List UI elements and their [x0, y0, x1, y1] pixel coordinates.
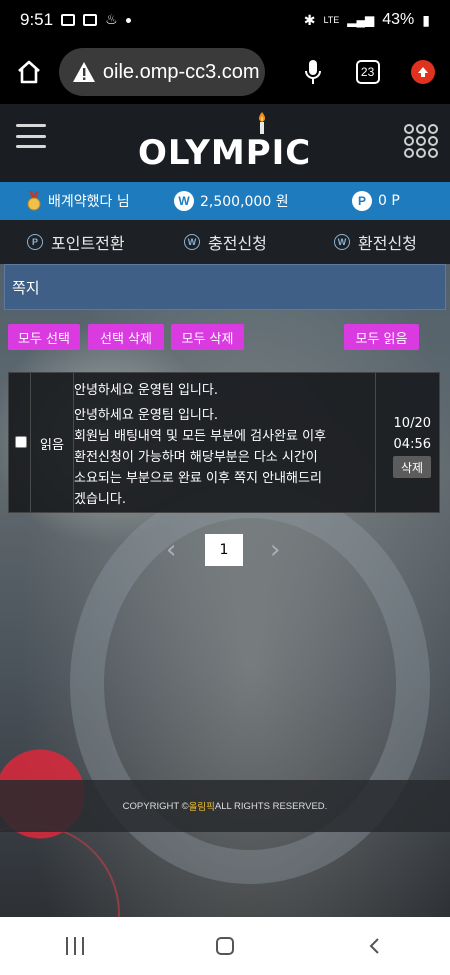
home-icon: [18, 60, 41, 84]
point-convert-button[interactable]: P 포인트전환: [27, 230, 125, 254]
next-page-button[interactable]: ›: [270, 537, 280, 563]
delete-message-button[interactable]: 삭제: [393, 456, 431, 478]
copyright-prefix: COPYRIGHT ©: [122, 800, 189, 812]
message-checkbox[interactable]: [15, 436, 27, 448]
page-title: 쪽지: [4, 264, 446, 310]
tab-switcher-button[interactable]: 23: [340, 60, 395, 84]
voice-search-button[interactable]: [285, 58, 340, 86]
deposit-label: 충전신청: [208, 234, 267, 253]
gallery-icon: [83, 14, 98, 26]
point-balance: P 0 P: [352, 191, 400, 211]
battery-level: 43%: [382, 11, 415, 28]
battery-icon: ▮: [422, 11, 430, 28]
system-nav-bar: [0, 917, 450, 975]
copyright-suffix: ALL RIGHTS RESERVED.: [214, 800, 328, 812]
status-time: 9:51: [20, 10, 54, 29]
point-icon: P: [27, 234, 43, 250]
prev-page-button[interactable]: ‹: [166, 537, 176, 563]
read-all-button[interactable]: 모두 읽음: [344, 324, 419, 350]
current-page[interactable]: 1: [205, 534, 243, 566]
money-balance: W 2,500,000 원: [174, 191, 289, 211]
message-date: 10/20: [393, 416, 431, 431]
site-logo[interactable]: OLYMPIC: [138, 112, 312, 173]
hamburger-menu-icon[interactable]: [16, 124, 46, 148]
more-notifications-icon: [125, 17, 131, 23]
user-name: 배계약했다 님: [26, 191, 130, 211]
message-body-line: 회원님 배팅내역 및 모든 부분에 검사완료 이후: [74, 429, 327, 444]
browser-menu-button[interactable]: [395, 60, 450, 84]
withdraw-label: 환전신청: [358, 234, 417, 253]
delete-selected-button[interactable]: 선택 삭제: [88, 324, 164, 350]
message-body-line: 소요되는 부분으로 완료 이후 쪽지 안내해드리: [74, 471, 322, 486]
point-coin-icon: P: [352, 191, 372, 211]
medal-icon: [27, 191, 41, 211]
browser-toolbar: oile.omp-cc3.com 23: [0, 40, 450, 104]
microphone-icon: [304, 60, 321, 84]
withdraw-request-button[interactable]: W 환전신청: [334, 230, 417, 254]
bluetooth-icon: ✱: [303, 11, 316, 28]
money-amount: 2,500,000 원: [200, 194, 289, 210]
background-graphic-ring: [0, 824, 120, 917]
site-header: OLYMPIC: [0, 104, 450, 182]
deposit-request-button[interactable]: W 충전신청: [184, 230, 267, 254]
point-amount: 0 P: [378, 193, 400, 209]
notification-icons: ♨: [61, 12, 131, 28]
action-bar: P 포인트전환 W 충전신청 W 환전신청: [0, 220, 450, 264]
read-status: 읽음: [40, 438, 64, 453]
user-info-bar: 배계약했다 님 W 2,500,000 원 P 0 P: [0, 182, 450, 220]
table-column-divider: [354, 373, 376, 512]
address-bar[interactable]: oile.omp-cc3.com: [58, 48, 266, 96]
message-subject[interactable]: 안녕하세요 운영팀 입니다.: [74, 379, 218, 398]
copyright-brand: 올림픽: [188, 802, 215, 813]
site-footer: COPYRIGHT © 올림픽 ALL RIGHTS RESERVED.: [0, 780, 450, 832]
network-type: LTE: [323, 15, 340, 25]
status-bar: 9:51 ♨ ✱ LTE ▂▄▆ 43% ▮: [0, 0, 450, 40]
signal-icon: ▂▄▆: [347, 13, 375, 27]
torch-icon: [258, 112, 266, 134]
web-page: OLYMPIC 배계약했다 님 W 2,500,000 원 P 0 P P 포인…: [0, 104, 450, 917]
message-body: 안녕하세요 운영팀 입니다. 회원님 배팅내역 및 모든 부분에 검사완료 이후…: [74, 405, 356, 510]
back-button[interactable]: [366, 937, 384, 955]
home-button[interactable]: [216, 937, 234, 955]
update-icon: [410, 60, 435, 84]
browser-home-button[interactable]: [0, 59, 59, 85]
message-body-line: 안녕하세요 운영팀 입니다.: [74, 408, 218, 423]
message-time: 04:56: [393, 437, 431, 452]
delete-all-button[interactable]: 모두 삭제: [171, 324, 244, 350]
grid-menu-icon[interactable]: [404, 124, 438, 158]
point-convert-label: 포인트전환: [51, 234, 125, 253]
tabs-count: 23: [355, 60, 380, 84]
message-icon: [61, 14, 76, 26]
recent-apps-button[interactable]: [66, 937, 84, 955]
app-notification-icon: ♨: [105, 12, 118, 28]
username-text: 배계약했다 님: [48, 194, 130, 210]
won-icon: W: [334, 234, 350, 250]
pagination: ‹ 1 ›: [0, 534, 450, 566]
won-coin-icon: W: [174, 191, 194, 211]
message-body-line: 겠습니다.: [74, 492, 126, 507]
not-secure-warning-icon[interactable]: [71, 59, 97, 85]
message-datetime: 10/20 04:56: [394, 413, 431, 455]
won-icon: W: [184, 234, 200, 250]
logo-text: OLYMPIC: [138, 133, 312, 173]
url-text[interactable]: oile.omp-cc3.com: [103, 61, 260, 84]
message-table: 읽음 안녕하세요 운영팀 입니다. 안녕하세요 운영팀 입니다. 회원님 배팅내…: [8, 372, 440, 513]
message-body-line: 환전신청이 가능하며 해당부분은 다소 시간이: [74, 450, 318, 465]
select-all-button[interactable]: 모두 선택: [8, 324, 80, 350]
